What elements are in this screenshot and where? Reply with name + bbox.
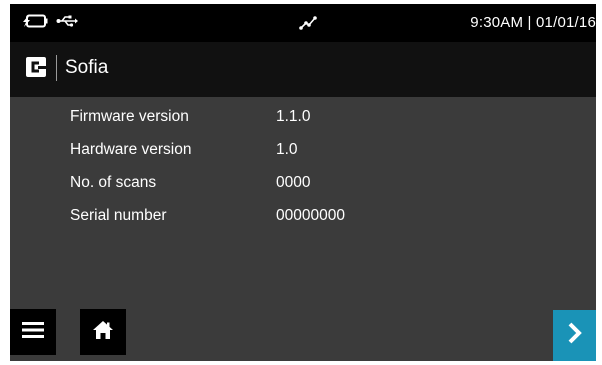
info-value: 00000000 <box>276 207 345 224</box>
usb-icon <box>56 14 78 32</box>
info-value: 0000 <box>276 174 311 191</box>
next-button[interactable] <box>553 310 596 361</box>
chevron-right-icon <box>567 322 583 349</box>
info-label: No. of scans <box>70 174 157 191</box>
home-icon <box>93 320 113 344</box>
info-value: 1.1.0 <box>276 108 311 125</box>
status-time-date: 9:30AM | 01/01/16 <box>470 14 596 31</box>
info-row-serial: Serial number 00000000 <box>70 207 490 240</box>
home-button[interactable] <box>80 309 126 355</box>
brand-logo-icon <box>26 57 46 77</box>
menu-icon <box>22 321 44 344</box>
info-value: 1.0 <box>276 141 298 158</box>
brand-bar: Sofia <box>10 42 596 97</box>
brand-name: Sofia <box>65 57 109 78</box>
signal-icon <box>299 15 317 31</box>
brand-divider <box>56 55 57 81</box>
device-display: 9:30AM | 01/01/16 Sofia Firmware version… <box>10 4 596 361</box>
status-bar: 9:30AM | 01/01/16 <box>10 4 596 42</box>
screen: 9:30AM | 01/01/16 Sofia Firmware version… <box>0 0 602 365</box>
battery-charging-icon <box>22 14 48 33</box>
status-icons-left <box>22 13 78 33</box>
menu-button[interactable] <box>10 309 56 355</box>
info-row-hardware: Hardware version 1.0 <box>70 141 490 174</box>
device-info-list: Firmware version 1.1.0 Hardware version … <box>70 108 490 240</box>
info-row-firmware: Firmware version 1.1.0 <box>70 108 490 141</box>
info-label: Serial number <box>70 207 167 224</box>
info-row-scans: No. of scans 0000 <box>70 174 490 207</box>
info-label: Hardware version <box>70 141 192 158</box>
info-label: Firmware version <box>70 108 189 125</box>
